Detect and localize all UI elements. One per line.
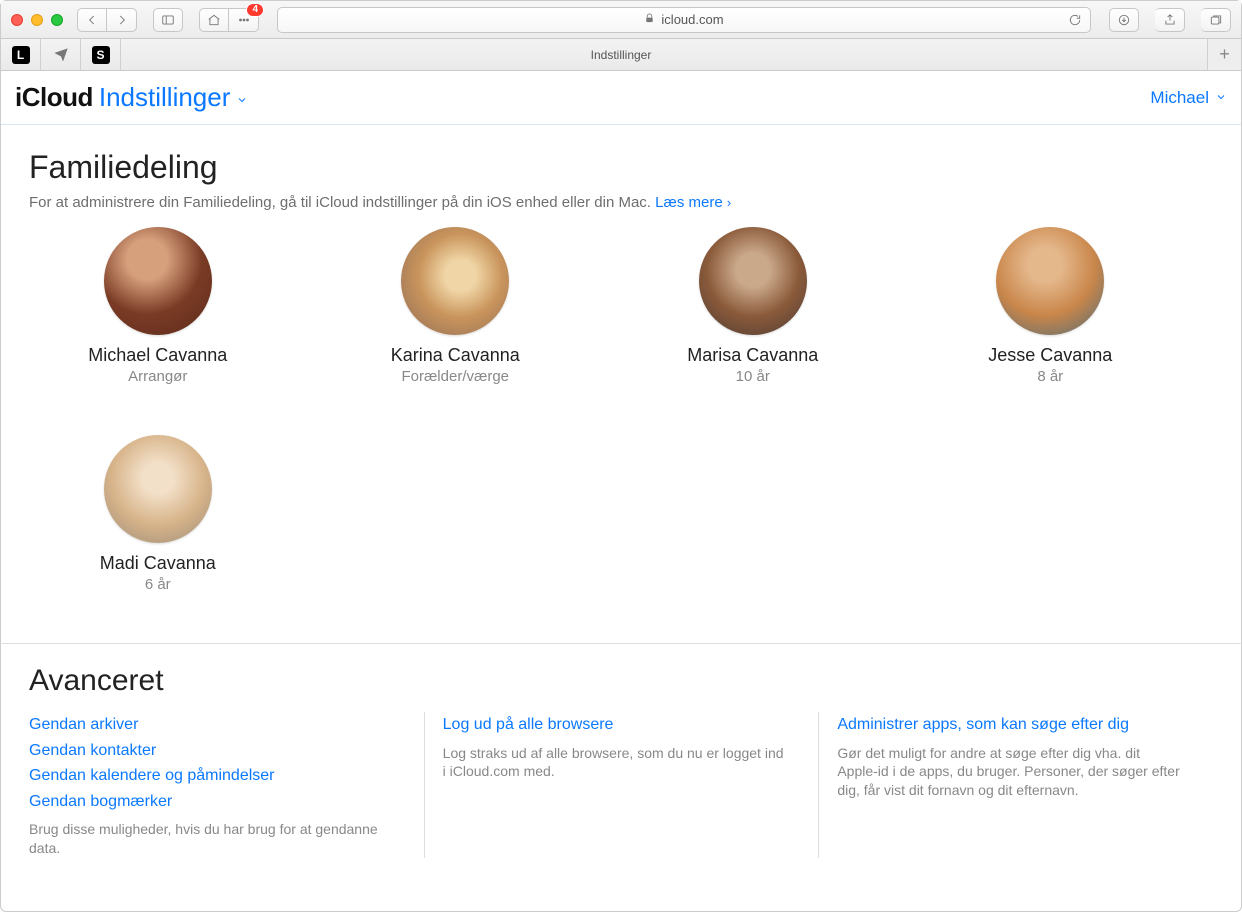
family-member-name: Marisa Cavanna — [624, 345, 882, 366]
window-titlebar: 4 icloud.com — [1, 1, 1241, 39]
avatar — [996, 227, 1104, 335]
address-domain: icloud.com — [661, 12, 723, 27]
nav-back-button[interactable] — [77, 8, 107, 32]
icloud-user-menu[interactable]: Michael — [1150, 88, 1227, 108]
restore-files-link[interactable]: Gendan arkiver — [29, 712, 394, 738]
home-button[interactable] — [199, 8, 229, 32]
icloud-section-dropdown[interactable]: Indstillinger — [99, 82, 249, 113]
family-member-name: Madi Cavanna — [29, 553, 287, 574]
family-member-card[interactable]: Madi Cavanna 6 år — [29, 435, 287, 593]
notification-badge: 4 — [246, 3, 264, 17]
bookmark-item-plane[interactable] — [41, 39, 81, 70]
chevron-down-icon — [236, 82, 248, 113]
window-close-button[interactable] — [11, 14, 23, 26]
family-sharing-subtitle: For at administrere din Familiedeling, g… — [29, 194, 1213, 211]
icloud-page-header: iCloud Indstillinger Michael — [1, 71, 1241, 125]
plane-icon — [53, 45, 69, 64]
family-sharing-title: Familiedeling — [29, 149, 1213, 186]
chevron-right-icon: › — [727, 195, 731, 210]
favorites-bar: L S Indstillinger + — [1, 39, 1241, 71]
restore-bookmarks-link[interactable]: Gendan bogmærker — [29, 789, 394, 815]
avatar — [401, 227, 509, 335]
tab-title: Indstillinger — [1, 48, 1241, 62]
family-member-card[interactable]: Michael Cavanna Arrangør — [29, 227, 287, 385]
family-member-name: Karina Cavanna — [327, 345, 585, 366]
learn-more-label: Læs mere — [655, 194, 723, 211]
family-sharing-subtitle-text: For at administrere din Familiedeling, g… — [29, 194, 655, 211]
sidebar-toggle-button[interactable] — [153, 8, 183, 32]
family-member-role: 10 år — [624, 368, 882, 385]
downloads-button[interactable] — [1109, 8, 1139, 32]
advanced-col-apps: Administrer apps, som kan søge efter dig… — [818, 712, 1213, 858]
advanced-col-signout: Log ud på alle browsere Log straks ud af… — [424, 712, 819, 858]
family-member-role: Arrangør — [29, 368, 287, 385]
nav-forward-button[interactable] — [107, 8, 137, 32]
lock-icon — [644, 12, 655, 27]
reload-icon[interactable] — [1068, 13, 1082, 30]
icloud-user-name: Michael — [1150, 88, 1209, 108]
restore-description: Brug disse muligheder, hvis du har brug … — [29, 820, 394, 858]
family-member-name: Jesse Cavanna — [922, 345, 1180, 366]
learn-more-link[interactable]: Læs mere › — [655, 194, 731, 211]
window-fullscreen-button[interactable] — [51, 14, 63, 26]
bookmark-item-S[interactable]: S — [81, 39, 121, 70]
signout-description: Log straks ud af alle browsere, som du n… — [443, 744, 789, 782]
new-tab-button[interactable]: + — [1207, 39, 1241, 70]
family-member-name: Michael Cavanna — [29, 345, 287, 366]
window-minimize-button[interactable] — [31, 14, 43, 26]
share-button[interactable] — [1155, 8, 1185, 32]
address-bar[interactable]: icloud.com — [277, 7, 1091, 33]
icloud-section-label: Indstillinger — [99, 82, 231, 113]
family-member-card[interactable]: Jesse Cavanna 8 år — [922, 227, 1180, 385]
family-member-card[interactable]: Karina Cavanna Forælder/værge — [327, 227, 585, 385]
tabs-overview-button[interactable] — [1201, 8, 1231, 32]
family-member-role: 8 år — [922, 368, 1180, 385]
restore-contacts-link[interactable]: Gendan kontakter — [29, 738, 394, 764]
more-menu-button[interactable]: 4 — [229, 8, 259, 32]
family-sharing-section: Familiedeling For at administrere din Fa… — [1, 125, 1241, 603]
family-member-card[interactable]: Marisa Cavanna 10 år — [624, 227, 882, 385]
signout-all-link[interactable]: Log ud på alle browsere — [443, 712, 789, 738]
avatar — [104, 227, 212, 335]
family-member-role: 6 år — [29, 576, 287, 593]
manage-apps-link[interactable]: Administrer apps, som kan søge efter dig — [837, 712, 1183, 738]
avatar — [699, 227, 807, 335]
icloud-brand[interactable]: iCloud — [15, 82, 93, 113]
advanced-col-restore: Gendan arkiver Gendan kontakter Gendan k… — [29, 712, 424, 858]
bookmark-S-icon: S — [92, 46, 110, 64]
manage-apps-description: Gør det muligt for andre at søge efter d… — [837, 744, 1183, 801]
restore-calendars-link[interactable]: Gendan kalendere og påmindelser — [29, 763, 394, 789]
advanced-title: Avanceret — [29, 664, 1213, 698]
chevron-down-icon — [1215, 88, 1227, 108]
bookmark-item-L[interactable]: L — [1, 39, 41, 70]
avatar — [104, 435, 212, 543]
family-member-role: Forælder/værge — [327, 368, 585, 385]
advanced-section: Avanceret Gendan arkiver Gendan kontakte… — [1, 644, 1241, 878]
bookmark-L-icon: L — [12, 46, 30, 64]
